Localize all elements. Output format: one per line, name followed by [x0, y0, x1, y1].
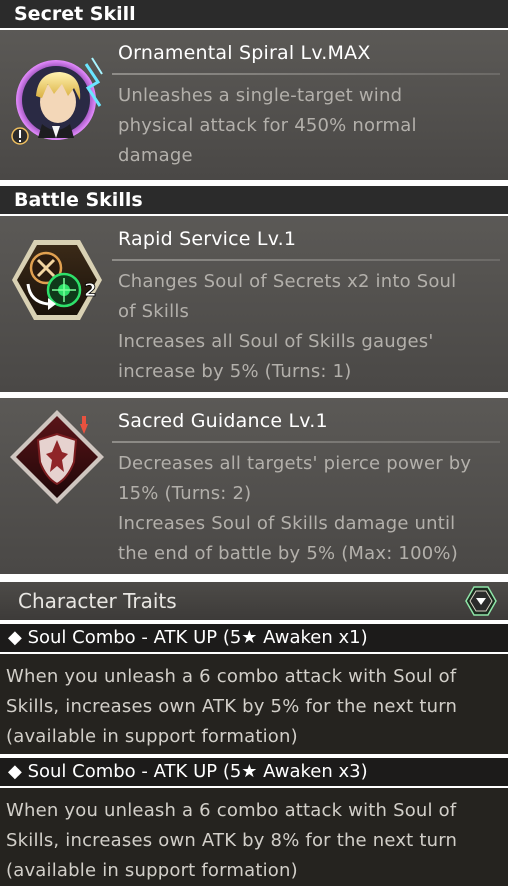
- secret-skill-description: Unleashes a single-target wind physical …: [118, 85, 417, 166]
- secret-skill-card[interactable]: Ornamental Spiral Lv.MAX Unleashes a sin…: [0, 30, 508, 180]
- shield-debuff-icon: [8, 408, 106, 506]
- trait-title: ◆ Soul Combo - ATK UP (5★ Awaken x3): [0, 758, 508, 786]
- secret-skill-name: Ornamental Spiral Lv.MAX: [118, 42, 371, 64]
- soul-exchange-icon: 2: [8, 232, 106, 330]
- sacred-guidance-divider: [112, 441, 500, 443]
- icon-count-badge: 2: [84, 280, 97, 301]
- battle-skill-card-rapid-service[interactable]: 2 Rapid Service Lv.1 Changes Soul of Sec…: [0, 216, 508, 392]
- battle-skills-header: Battle Skills: [0, 186, 508, 214]
- secret-skill-divider: [112, 73, 500, 75]
- sacred-guidance-description: Decreases all targets' pierce power by 1…: [118, 453, 472, 564]
- character-portrait-icon: [8, 52, 106, 150]
- rapid-service-description: Changes Soul of Secrets x2 into Soul of …: [118, 271, 457, 382]
- rapid-service-divider: [112, 259, 500, 261]
- collapse-toggle-button[interactable]: [465, 586, 497, 616]
- chevron-down-icon: [465, 586, 497, 616]
- trait-description: When you unleash a 6 combo attack with S…: [0, 654, 508, 754]
- battle-skill-card-sacred-guidance[interactable]: Sacred Guidance Lv.1 Decreases all targe…: [0, 398, 508, 574]
- trait-description: When you unleash a 6 combo attack with S…: [0, 788, 508, 886]
- rapid-service-name: Rapid Service Lv.1: [118, 228, 297, 250]
- character-traits-title: Character Traits: [18, 589, 177, 613]
- sacred-guidance-name: Sacred Guidance Lv.1: [118, 410, 328, 432]
- trait-title: ◆ Soul Combo - ATK UP (5★ Awaken x1): [0, 624, 508, 652]
- secret-skill-header: Secret Skill: [0, 0, 508, 28]
- character-traits-header[interactable]: Character Traits: [0, 582, 508, 620]
